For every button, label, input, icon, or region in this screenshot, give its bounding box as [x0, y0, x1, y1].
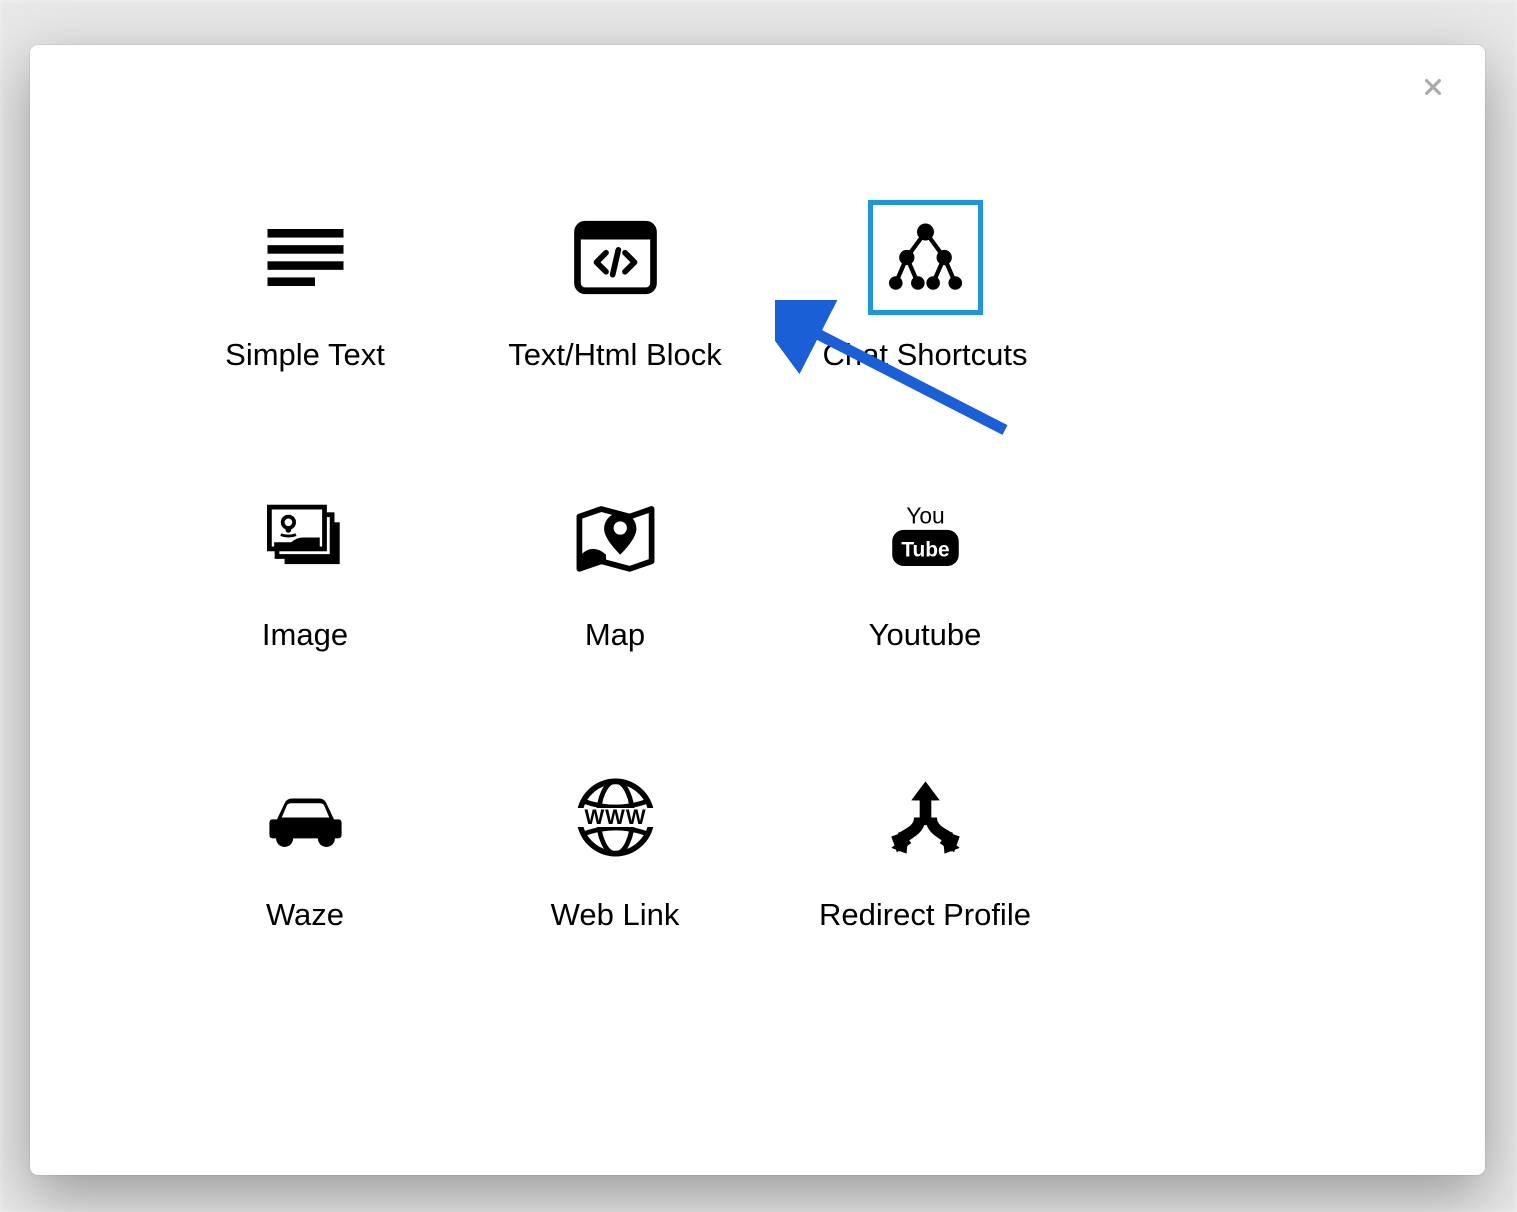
close-button[interactable]	[1419, 73, 1447, 101]
svg-text:WWW: WWW	[584, 806, 646, 829]
tree-graph-icon	[868, 200, 983, 315]
option-label: Waze	[266, 897, 344, 933]
text-lines-icon	[248, 200, 363, 315]
content-type-picker-modal: Simple Text Text/Html Block	[30, 45, 1485, 1175]
svg-text:Tube: Tube	[901, 539, 949, 562]
option-label: Text/Html Block	[508, 337, 722, 373]
option-waze[interactable]: Waze	[150, 760, 460, 1040]
option-map[interactable]: Map	[460, 480, 770, 760]
image-stack-icon	[248, 480, 363, 595]
options-grid: Simple Text Text/Html Block	[150, 200, 1385, 1040]
option-label: Youtube	[869, 617, 982, 653]
code-block-icon	[558, 200, 673, 315]
option-youtube[interactable]: You Tube Youtube	[770, 480, 1080, 760]
option-label: Web Link	[551, 897, 680, 933]
option-redirect-profile[interactable]: Redirect Profile	[770, 760, 1080, 1040]
option-web-link[interactable]: WWW Web Link	[460, 760, 770, 1040]
option-simple-text[interactable]: Simple Text	[150, 200, 460, 480]
option-label: Image	[262, 617, 348, 653]
option-label: Chat Shortcuts	[822, 337, 1027, 373]
www-globe-icon: WWW	[558, 760, 673, 875]
car-icon	[248, 760, 363, 875]
option-chat-shortcuts[interactable]: Chat Shortcuts	[770, 200, 1080, 480]
youtube-icon: You Tube	[868, 480, 983, 595]
option-label: Redirect Profile	[819, 897, 1031, 933]
map-pin-icon	[558, 480, 673, 595]
option-label: Map	[585, 617, 645, 653]
option-label: Simple Text	[225, 337, 385, 373]
option-html-block[interactable]: Text/Html Block	[460, 200, 770, 480]
option-image[interactable]: Image	[150, 480, 460, 760]
split-arrows-icon	[868, 760, 983, 875]
svg-text:You: You	[906, 502, 944, 528]
close-icon	[1422, 76, 1444, 98]
